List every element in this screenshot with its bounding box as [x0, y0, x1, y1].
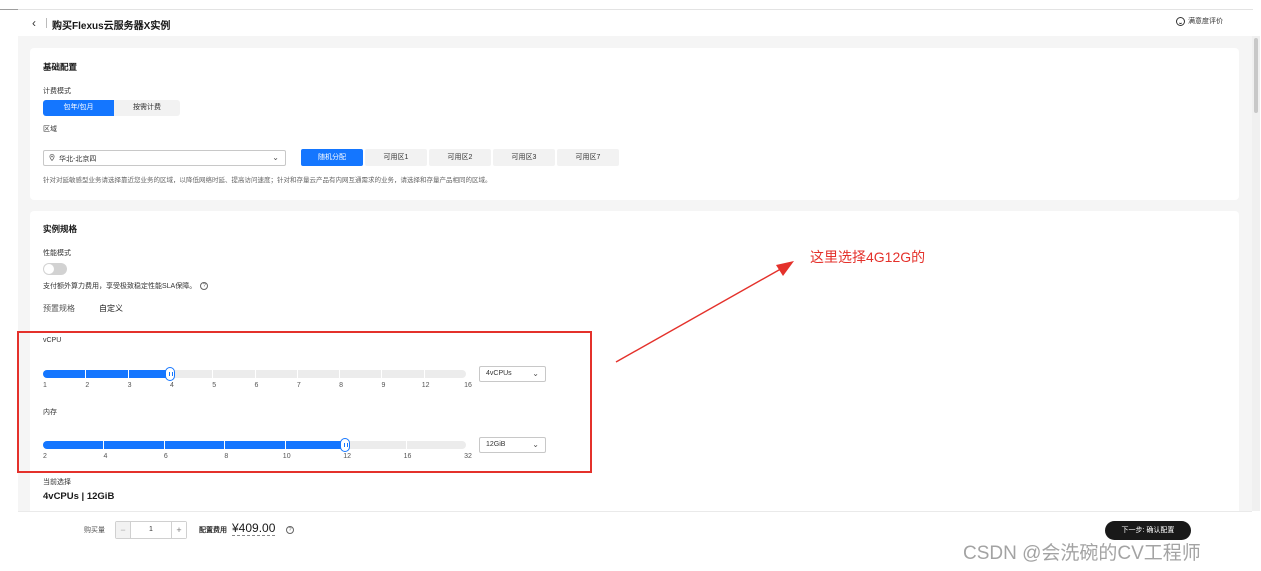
billing-mode-segmented: 包年/包月 按需计费	[43, 100, 180, 116]
quantity-minus-button[interactable]: −	[116, 522, 131, 538]
region-value: 华北-北京四	[59, 156, 97, 163]
perf-mode-desc-row: 支付额外算力费用，享受极致稳定性能SLA保障。 ?	[43, 281, 209, 291]
perf-mode-label: 性能模式	[43, 250, 71, 257]
tab-custom[interactable]: 自定义	[99, 303, 123, 314]
page-title: 购买Flexus云服务器X实例	[52, 21, 171, 32]
spec-tabs: 预置规格 自定义	[43, 303, 123, 314]
page-header: ‹ 购买Flexus云服务器X实例 满意度评价	[18, 10, 1253, 36]
zone-1[interactable]: 可用区1	[365, 149, 427, 166]
quantity-label: 购买量	[84, 527, 105, 534]
current-selection-label: 当前选择	[43, 479, 71, 486]
billing-mode-label: 计费模式	[43, 88, 71, 95]
instance-spec-title: 实例规格	[43, 224, 78, 234]
region-select[interactable]: 华北-北京四 ⌄	[43, 150, 286, 166]
watermark: CSDN @会洗碗的CV工程师	[963, 543, 1201, 564]
current-selection-value: 4vCPUs | 12GiB	[43, 491, 115, 502]
zone-3[interactable]: 可用区3	[493, 149, 555, 166]
annotation-arrow	[615, 261, 794, 363]
survey-label: 满意度评价	[1188, 18, 1223, 25]
smile-icon	[1176, 16, 1185, 26]
price-label: 配置费用	[199, 527, 227, 534]
header-separator	[46, 18, 47, 28]
availability-zones: 随机分配 可用区1 可用区2 可用区3 可用区7	[301, 149, 619, 166]
perf-mode-toggle[interactable]	[43, 263, 67, 275]
help-icon[interactable]: ?	[286, 526, 294, 534]
quantity-plus-button[interactable]: +	[171, 522, 186, 538]
price-value[interactable]: ¥409.00	[232, 521, 276, 536]
chevron-down-icon: ⌄	[272, 153, 279, 162]
perf-mode-desc: 支付额外算力费用，享受极致稳定性能SLA保障。	[43, 283, 197, 290]
region-hint: 针对对延敏感型业务请选择靠近您业务的区域，以降低网络时延、提高访问速度；针对和存…	[43, 177, 492, 184]
annotation-text: 这里选择4G12G的	[810, 249, 926, 265]
zone-7[interactable]: 可用区7	[557, 149, 619, 166]
billing-option-ondemand[interactable]: 按需计费	[114, 100, 180, 116]
region-label: 区域	[43, 126, 57, 133]
zone-random[interactable]: 随机分配	[301, 149, 363, 166]
scrollbar-thumb[interactable]	[1254, 38, 1258, 113]
annotation-highlight-box	[17, 331, 592, 473]
location-pin-icon	[49, 154, 55, 161]
page-corner	[0, 0, 18, 10]
tab-preset[interactable]: 预置规格	[43, 303, 75, 314]
billing-option-yearly[interactable]: 包年/包月	[43, 100, 114, 116]
basic-config-title: 基础配置	[43, 62, 78, 72]
survey-link[interactable]: 满意度评价	[1176, 16, 1223, 26]
zone-2[interactable]: 可用区2	[429, 149, 491, 166]
quantity-stepper: − 1 +	[115, 521, 187, 539]
help-icon[interactable]: ?	[200, 282, 209, 290]
chevron-left-icon[interactable]: ‹	[32, 16, 36, 30]
quantity-input[interactable]: 1	[131, 522, 171, 538]
basic-config-card: 基础配置 计费模式 包年/包月 按需计费 区域 华北-北京四 ⌄ 随机分配 可用…	[30, 48, 1239, 200]
